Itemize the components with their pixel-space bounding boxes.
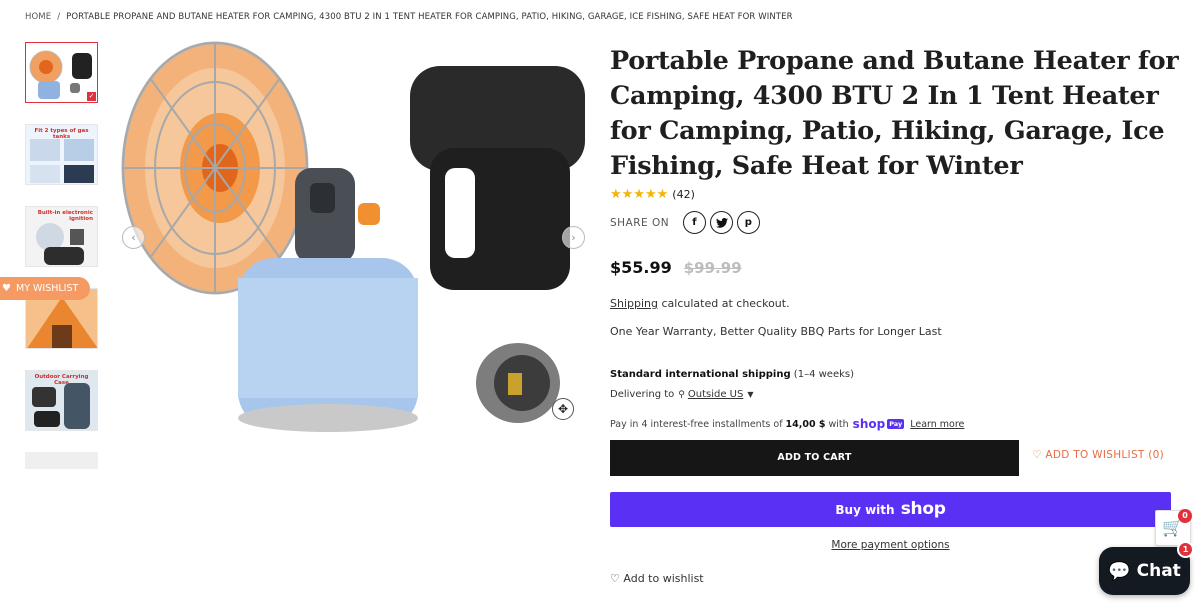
image-next-button[interactable]: ›: [562, 226, 585, 249]
image-prev-button[interactable]: ‹: [122, 226, 145, 249]
shipping-link[interactable]: Shipping: [610, 297, 658, 310]
zoom-move-icon[interactable]: ✥: [552, 398, 574, 420]
share-row: SHARE ON f p: [610, 211, 1180, 234]
chat-label: Chat: [1136, 561, 1181, 581]
standard-shipping: Standard international shipping (1–4 wee…: [610, 369, 1180, 380]
shipping-note: Shipping calculated at checkout.: [610, 297, 1180, 310]
thumbnail-caption: Outdoor Carrying Case: [34, 374, 89, 386]
breadcrumb-separator: /: [57, 12, 61, 22]
thumbnail-caption: Fit 2 types of gas tanks: [34, 128, 89, 140]
delivery-location-select[interactable]: Outside US: [688, 389, 743, 400]
installments-amount: 14,00 $: [785, 418, 826, 430]
shipping-note-text: calculated at checkout.: [658, 297, 790, 310]
learn-more-link[interactable]: Learn more: [910, 419, 964, 430]
price-row: $55.99 $99.99: [610, 258, 1180, 277]
my-wishlist-tab[interactable]: ♥ MY WISHLIST: [0, 277, 90, 300]
facebook-icon[interactable]: f: [683, 211, 707, 234]
cart-count-badge: 0: [1178, 509, 1192, 523]
pinterest-icon[interactable]: p: [737, 211, 761, 234]
thumbnail-6[interactable]: [25, 452, 98, 469]
star-rating-icons: ★★★★★: [610, 187, 669, 202]
chat-bubble-icon: 💬: [1108, 560, 1131, 582]
thumbnail-caption: Built-in electronic ignition: [37, 210, 93, 222]
standard-shipping-label: Standard international shipping: [610, 369, 791, 380]
installments-prefix: Pay in 4 interest-free installments of: [610, 418, 783, 430]
add-to-wishlist-link[interactable]: ♡ Add to wishlist: [610, 572, 704, 585]
delivering-row: Delivering to ⚲ Outside US ▼: [610, 389, 1180, 400]
shop-pay-logo: shop: [852, 417, 886, 431]
breadcrumb-current: PORTABLE PROPANE AND BUTANE HEATER FOR C…: [66, 12, 793, 22]
chat-notification-badge: 1: [1177, 541, 1194, 558]
add-to-cart-button[interactable]: ADD TO CART: [610, 440, 1019, 476]
main-product-image: [121, 41, 585, 432]
heart-outline-icon: ♡: [610, 572, 620, 585]
thumbnail-gallery: ✓ Fit 2 types of gas tanks Built-in elec…: [25, 42, 98, 469]
delivering-label: Delivering to: [610, 389, 675, 400]
product-info: Portable Propane and Butane Heater for C…: [610, 44, 1180, 431]
selected-check-icon: ✓: [87, 92, 96, 101]
standard-shipping-time: (1–4 weeks): [790, 369, 854, 380]
buy-with-label: Buy with: [835, 503, 895, 517]
breadcrumb: HOME / PORTABLE PROPANE AND BUTANE HEATER …: [25, 12, 793, 22]
cart-actions: ADD TO CART ♡ ADD TO WISHLIST (0): [610, 440, 1180, 476]
twitter-bird-glyph: [715, 217, 728, 228]
compare-price: $99.99: [683, 259, 742, 277]
thumbnail-5[interactable]: Outdoor Carrying Case: [25, 370, 98, 431]
add-to-wishlist-link-label: Add to wishlist: [623, 572, 704, 585]
shop-logo: shop: [900, 499, 946, 519]
thumbnail-1[interactable]: ✓: [25, 42, 98, 103]
installments-row: Pay in 4 interest-free installments of 1…: [610, 417, 1180, 431]
more-payment-options-link[interactable]: More payment options: [610, 539, 1171, 551]
location-pin-icon: ⚲: [678, 389, 685, 400]
buy-with-shop-button[interactable]: Buy with shop: [610, 492, 1171, 527]
chat-button[interactable]: 💬 Chat 1: [1099, 541, 1194, 595]
product-rating[interactable]: ★★★★★ (42): [610, 187, 1180, 202]
shop-pay-badge: Pay: [887, 419, 905, 429]
heart-outline-icon: ♡: [1032, 449, 1042, 461]
chevron-down-icon[interactable]: ▼: [747, 390, 753, 399]
breadcrumb-home-link[interactable]: HOME: [25, 12, 51, 22]
heart-icon: ♥: [2, 283, 11, 294]
wishlist-count: (0): [1148, 449, 1165, 461]
installments-with: with: [828, 418, 849, 430]
add-to-wishlist-label: ADD TO WISHLIST: [1045, 449, 1145, 461]
warranty-text: One Year Warranty, Better Quality BBQ Pa…: [610, 325, 942, 338]
my-wishlist-label: MY WISHLIST: [16, 283, 79, 294]
thumbnail-3[interactable]: Built-in electronic ignition: [25, 206, 98, 267]
share-label: SHARE ON: [610, 216, 670, 229]
thumbnail-2[interactable]: Fit 2 types of gas tanks: [25, 124, 98, 185]
sale-price: $55.99: [610, 258, 672, 277]
review-count: (42): [672, 188, 695, 201]
add-to-wishlist-button[interactable]: ♡ ADD TO WISHLIST (0): [1032, 449, 1164, 461]
twitter-icon[interactable]: [710, 211, 734, 234]
product-title: Portable Propane and Butane Heater for C…: [610, 46, 1179, 181]
